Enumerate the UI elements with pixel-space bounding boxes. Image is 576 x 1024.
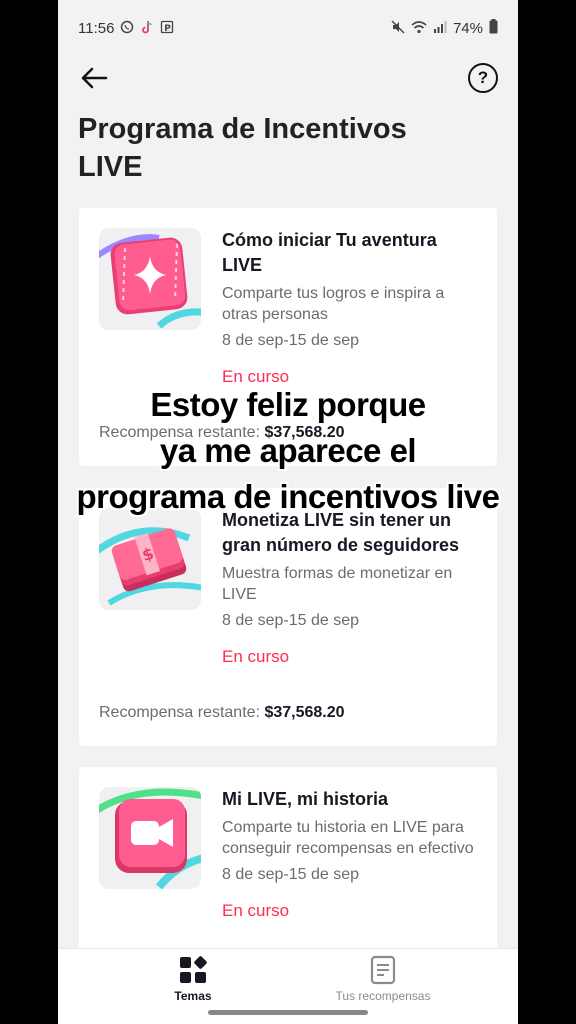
mute-icon <box>391 20 405 37</box>
document-icon <box>370 955 396 985</box>
tab-tus-recompensas[interactable]: Tus recompensas <box>308 955 458 1003</box>
help-button[interactable]: ? <box>468 63 498 93</box>
card-description: Muestra formas de monetizar en LIVE <box>222 565 453 603</box>
app-screen: 11:56 P 74% ? Programa de Incentivos LIV… <box>58 0 518 1024</box>
tab-label: Tus recompensas <box>335 989 431 1003</box>
program-card[interactable]: Mi LIVE, mi historia Comparte tu histori… <box>79 767 497 967</box>
card-description: Comparte tu historia en LIVE para conseg… <box>222 819 474 857</box>
card-text: Mi LIVE, mi historia Comparte tu histori… <box>222 787 480 921</box>
whatsapp-icon <box>120 20 134 37</box>
page-title: Programa de Incentivos LIVE <box>78 113 407 183</box>
wifi-icon <box>411 20 427 37</box>
card-date: 8 de sep-15 de sep <box>222 612 359 629</box>
battery-icon <box>489 19 498 37</box>
reward-remaining: Recompensa restante: $37,568.20 <box>99 704 345 722</box>
back-button[interactable] <box>78 62 110 94</box>
video-camera-icon <box>99 787 201 889</box>
card-title: Cómo iniciar Tu aventura LIVE <box>222 230 437 275</box>
reward-label: Recompensa restante: <box>99 704 260 721</box>
money-stack-icon: $ <box>99 508 201 610</box>
card-date: 8 de sep-15 de sep <box>222 866 359 883</box>
tab-temas[interactable]: Temas <box>118 955 268 1003</box>
status-label: En curso <box>222 367 290 386</box>
card-title: Monetiza LIVE sin tener un gran número d… <box>222 510 460 555</box>
status-label: En curso <box>222 901 290 920</box>
card-title: Mi LIVE, mi historia <box>222 789 389 809</box>
card-description: Comparte tus logros e inspira a otras pe… <box>222 285 445 323</box>
sparkle-card-icon <box>99 228 201 330</box>
program-card[interactable]: Cómo iniciar Tu aventura LIVE Comparte t… <box>79 208 497 466</box>
signal-icon <box>433 20 447 37</box>
tiktok-icon <box>140 20 154 37</box>
svg-text:P: P <box>165 24 172 34</box>
reward-value: $37,568.20 <box>264 704 345 721</box>
grid-icon <box>180 956 207 983</box>
battery-percent: 74% <box>452 19 483 37</box>
header: ? <box>58 56 518 100</box>
card-text: Cómo iniciar Tu aventura LIVE Comparte t… <box>222 228 480 387</box>
arrow-left-icon <box>81 67 108 89</box>
status-bar: 11:56 P 74% <box>58 0 518 56</box>
home-indicator <box>208 1010 368 1015</box>
reward-label: Recompensa restante: <box>99 424 260 441</box>
tab-label: Temas <box>174 989 212 1003</box>
card-text: Monetiza LIVE sin tener un gran número d… <box>222 508 480 667</box>
reward-value: $37,568.20 <box>264 424 345 441</box>
status-label: En curso <box>222 647 290 666</box>
reward-remaining: Recompensa restante: $37,568.20 <box>99 424 345 442</box>
status-time: 11:56 <box>78 19 115 37</box>
card-date: 8 de sep-15 de sep <box>222 332 359 349</box>
program-card[interactable]: $ Monetiza LIVE sin tener un gran número… <box>79 488 497 746</box>
parking-icon: P <box>160 20 174 37</box>
